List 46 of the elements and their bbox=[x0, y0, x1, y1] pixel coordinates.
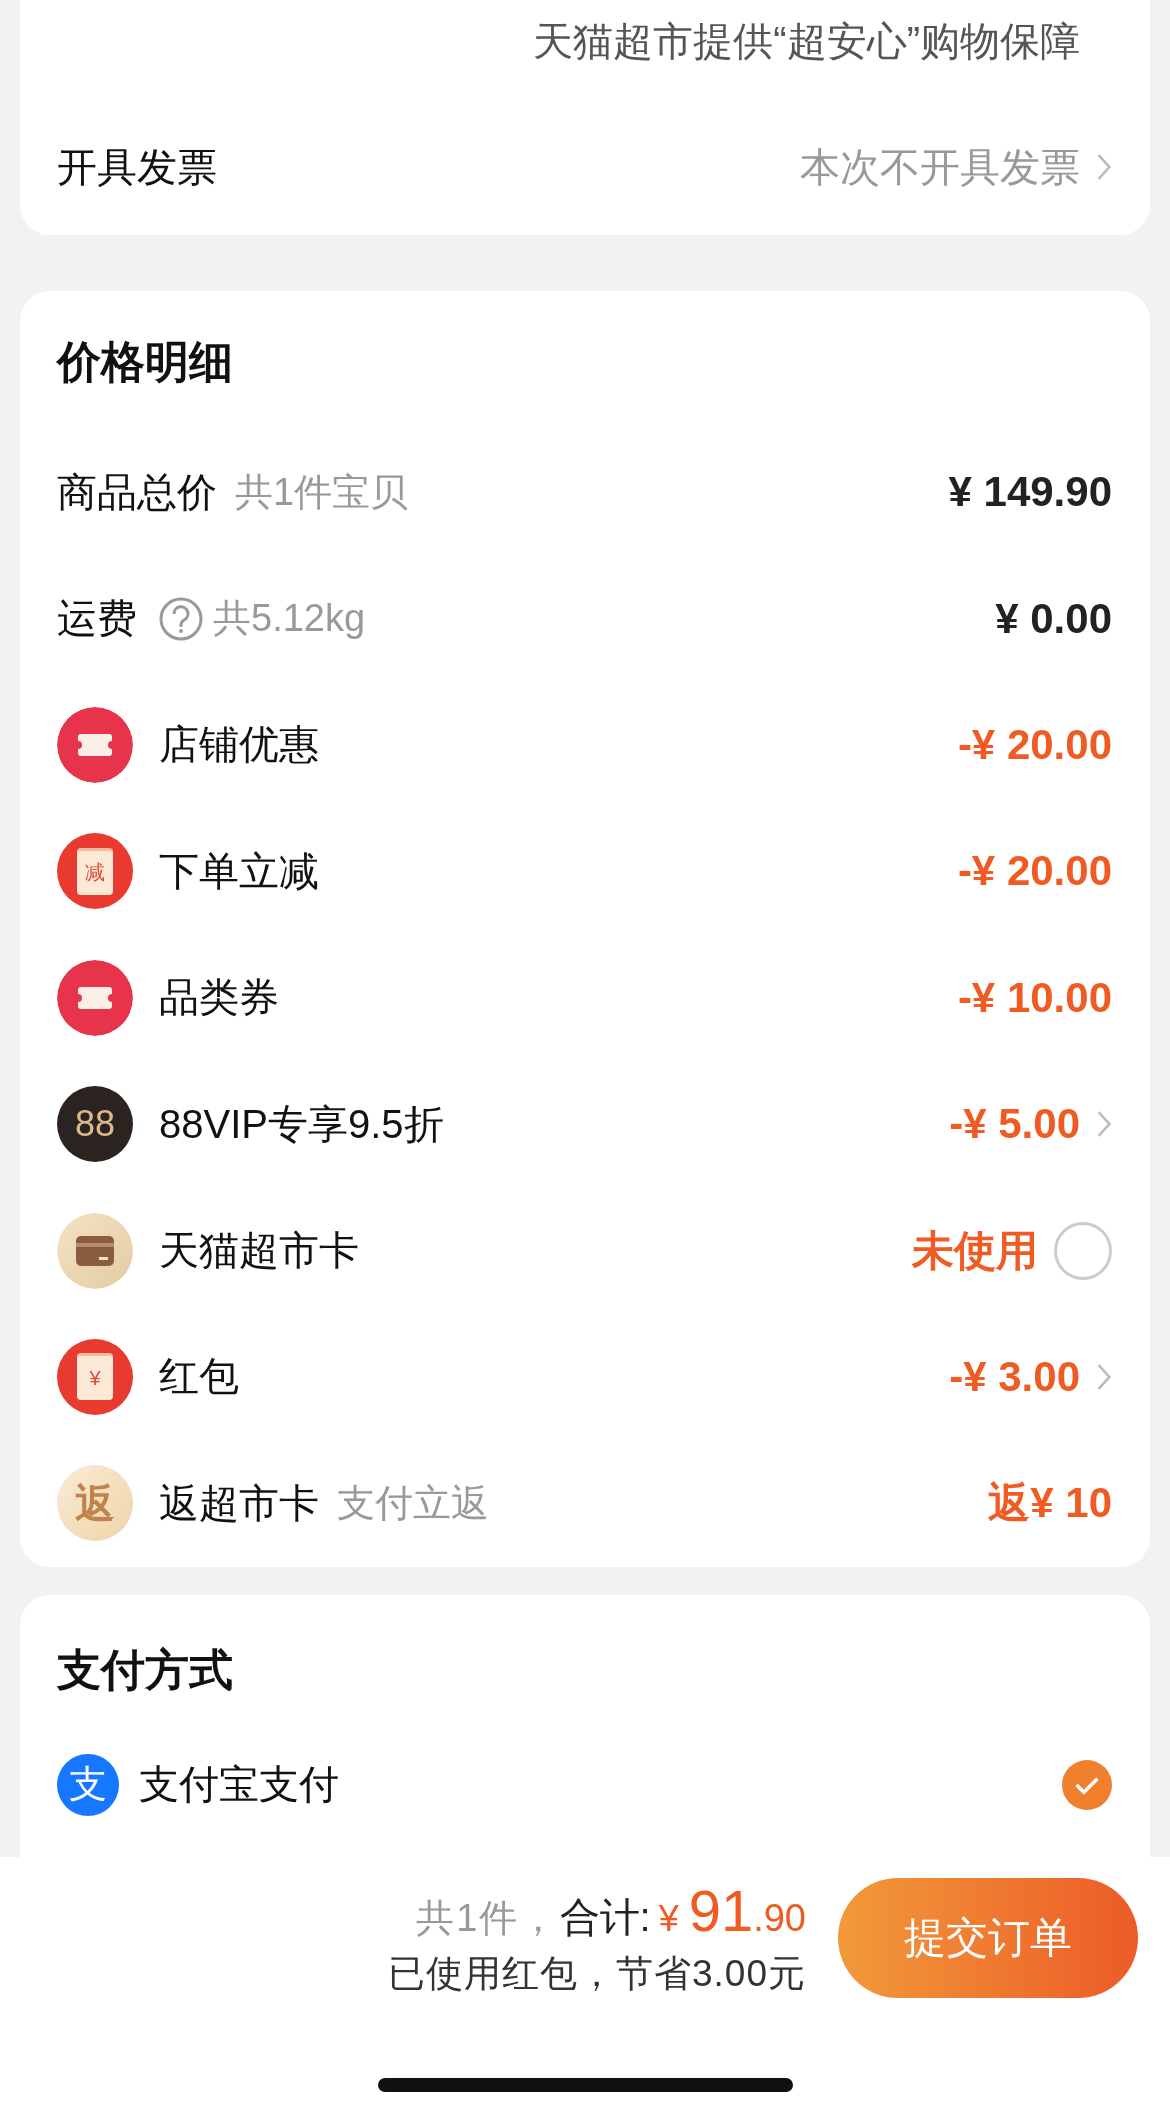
total-decimals: .90 bbox=[753, 1897, 806, 1940]
check-icon[interactable] bbox=[1062, 1759, 1112, 1810]
row-note: 共5.12kg bbox=[213, 596, 366, 642]
envelope-icon: 减 bbox=[57, 833, 133, 910]
alipay-logo-icon: 支 bbox=[57, 1753, 119, 1816]
row-amount: -¥ 5.00 bbox=[949, 1100, 1080, 1149]
savings-note: 已使用红包，节省3.00元 bbox=[388, 1952, 806, 1996]
section-title: 价格明细 bbox=[57, 336, 234, 388]
chevron-icon[interactable] bbox=[1096, 1110, 1112, 1139]
row-label: 红包 bbox=[159, 1353, 239, 1401]
row-amount: -¥ 10.00 bbox=[957, 973, 1112, 1022]
row-amount: 未使用 bbox=[912, 1225, 1038, 1276]
total-label: 合计: bbox=[559, 1894, 651, 1941]
row-label: 返超市卡 bbox=[159, 1479, 319, 1527]
row-label: 开具发票 bbox=[57, 143, 217, 191]
chevron-icon[interactable] bbox=[1096, 153, 1112, 181]
row-amount: 返¥ 10 bbox=[988, 1478, 1112, 1529]
ticket-icon bbox=[57, 706, 133, 783]
help-icon[interactable] bbox=[159, 596, 203, 641]
row-value[interactable]: 天猫超市提供“超安心”购物保障 bbox=[533, 14, 1080, 69]
rebate-badge-icon: 返 bbox=[57, 1465, 133, 1542]
row-label: 天猫超市卡 bbox=[159, 1227, 359, 1275]
row-amount: -¥ 20.00 bbox=[957, 847, 1112, 896]
vip-badge-icon: 88 bbox=[57, 1086, 133, 1163]
row-label: 商品总价 bbox=[57, 468, 217, 516]
row-label: 运费 bbox=[57, 595, 137, 643]
section-title: 支付方式 bbox=[57, 1643, 234, 1696]
row-amount: -¥ 20.00 bbox=[957, 720, 1112, 769]
item-count: 共1件， bbox=[416, 1896, 560, 1941]
currency-sign: ¥ bbox=[658, 1898, 679, 1940]
card-icon bbox=[57, 1212, 133, 1289]
row-label: 品类券 bbox=[159, 974, 279, 1022]
chevron-icon[interactable] bbox=[1096, 1362, 1112, 1391]
row-note: 支付立返 bbox=[337, 1480, 489, 1526]
ticket-icon bbox=[57, 959, 133, 1036]
row-amount: -¥ 3.00 bbox=[949, 1352, 1080, 1401]
row-label: 88VIP专享9.5折 bbox=[159, 1100, 444, 1148]
row-amount: ¥ 0.00 bbox=[995, 594, 1112, 643]
envelope-icon: ¥ bbox=[57, 1338, 133, 1415]
checkbox[interactable] bbox=[1054, 1221, 1112, 1280]
payment-method-label[interactable]: 支付宝支付 bbox=[139, 1757, 339, 1812]
row-note: 共1件宝贝 bbox=[235, 469, 409, 515]
row-label: 店铺优惠 bbox=[159, 721, 319, 769]
row-amount: ¥ 149.90 bbox=[948, 468, 1112, 517]
total-amount: 91 bbox=[688, 1877, 754, 1944]
row-label: 下单立减 bbox=[159, 847, 319, 895]
